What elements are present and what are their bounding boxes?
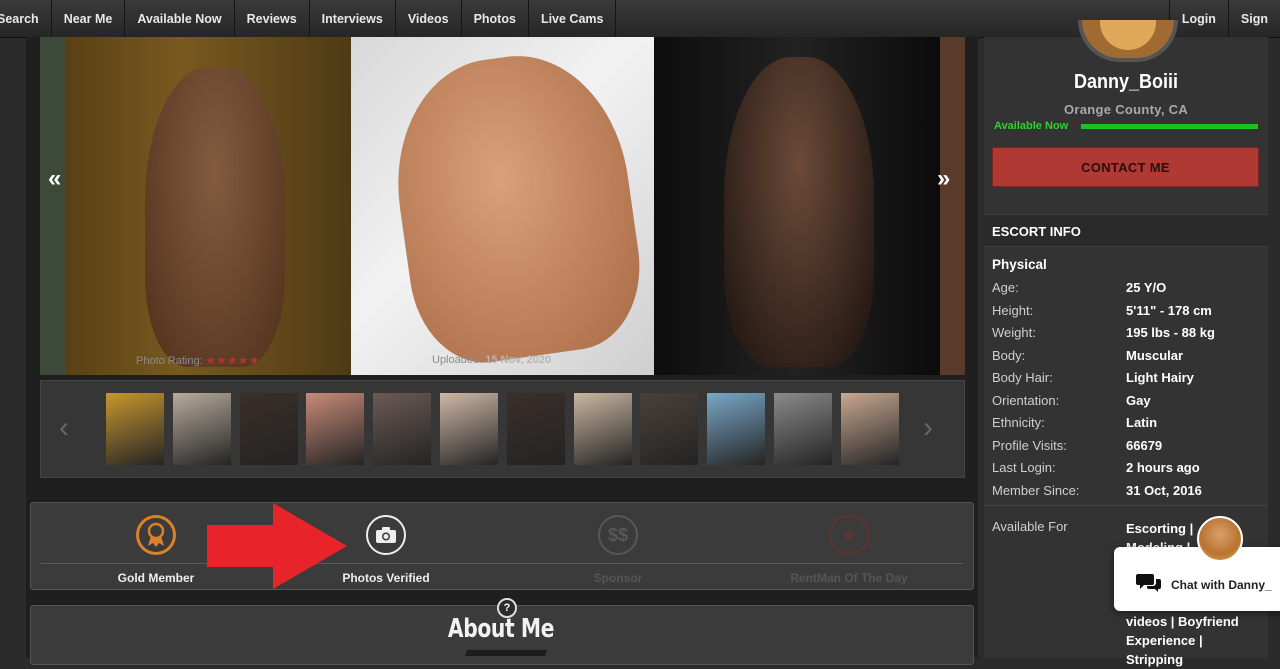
slider-prev-arrow-icon[interactable]: « [48,165,61,193]
thumbnail-image[interactable] [172,393,231,465]
profile-location: Orange County, CA [1063,102,1189,117]
thumbnail-image[interactable] [106,393,164,465]
available-for-value-continued: videos | Boyfriend Experience | Strippin… [1126,614,1239,667]
info-row-label: Last Login: [992,460,1056,475]
slider-next-arrow-icon[interactable]: » [937,165,950,193]
thumbnail-image[interactable] [440,393,498,465]
uploaded-value: 15 Nov, 2020 [485,354,552,366]
chat-label: Chat with Danny_ [1171,578,1272,592]
info-row-label: Orientation: [992,392,1060,408]
avatar-face [1100,20,1156,50]
nav-reviews[interactable]: Reviews [235,0,310,37]
nav-videos[interactable]: Videos [396,0,462,37]
camera-icon [366,515,406,555]
photo-rating-label: Photo Rating: [136,355,203,367]
physical-section-title: Physical [992,257,1047,272]
info-row-value: 25 Y/O [1126,280,1167,295]
info-row-value: Gay [1126,392,1151,408]
info-row-value: Muscular [1126,347,1184,363]
info-row-label: Member Since: [992,482,1080,498]
thumbnail-image[interactable] [640,393,699,465]
nav-login[interactable]: Login [1168,0,1228,37]
badges-panel: Gold Member Photos Verified $$ Sponsor ★… [30,502,974,590]
info-row-label: Profile Visits: [992,437,1067,453]
about-me-title: About Me [447,614,555,644]
info-row-label: Weight: [992,325,1036,340]
info-row-label: Height: [992,302,1034,318]
star-rating-icon[interactable]: ★★★★★ [206,355,260,367]
available-for-label: Available For [992,519,1068,534]
nav-photos[interactable]: Photos [462,0,529,37]
slider-photo-left[interactable] [65,37,351,375]
thumbnail-image[interactable] [373,393,432,465]
thumbnail-strip: ‹ › [40,380,965,478]
profile-name: Danny_Boiii [1073,71,1179,93]
dollar-icon: $$ [598,515,638,555]
badge-rentman-of-the-day[interactable]: ★ RentMan Of The Day [769,515,929,585]
thumbnail-image[interactable] [239,393,298,465]
info-row-value: 195 lbs - 88 kg [1126,325,1215,340]
escort-info-title: ESCORT INFO [992,224,1081,239]
availability-bar [1081,124,1258,129]
info-row-value: 5'11" - 178 cm [1126,302,1212,318]
info-row-label: Body: [992,347,1026,363]
photo-dim-overlay [65,37,351,375]
slider-photo-edge-right[interactable] [940,37,965,375]
nav-interviews[interactable]: Interviews [310,0,396,37]
title-underline [464,650,548,656]
chat-avatar[interactable] [1197,516,1243,562]
nav-sign-up[interactable]: Sign [1227,0,1280,37]
photo-upload-date: Uploaded: 15 Nov, 2020 [432,354,551,366]
info-row-label: Ethnicity: [992,415,1045,430]
info-divider [984,505,1268,506]
chat-bubbles-icon [1136,574,1161,592]
info-row-value: Light Hairy [1126,370,1194,385]
badge-label: RentMan Of The Day [790,571,908,585]
nav-available-now[interactable]: Available Now [125,0,235,37]
photo-rating: Photo Rating: ★★★★★ [136,354,260,367]
info-row-value: 31 Oct, 2016 [1126,482,1202,498]
thumbnail-image[interactable] [707,393,766,465]
red-arrow-annotation-icon [207,503,347,589]
thumbnail-image[interactable] [573,393,632,465]
thumbnail-image[interactable] [840,393,899,465]
chat-popup[interactable]: Chat with Danny_ [1114,547,1280,611]
info-row-value: 2 hours ago [1126,460,1200,475]
nav-near-me[interactable]: Near Me [52,0,126,37]
slider-photo-right[interactable] [654,37,940,375]
info-row-value: 66679 [1126,437,1163,453]
slider-photo-center[interactable] [351,37,654,375]
nav-live-cams[interactable]: Live Cams [529,0,617,37]
badge-sponsor[interactable]: $$ Sponsor [538,515,698,585]
escort-info-header: ESCORT INFO [984,214,1268,247]
uploaded-label: Uploaded: [432,354,483,366]
thumbnail-next-icon[interactable]: › [923,411,933,445]
thumbnail-prev-icon[interactable]: ‹ [59,411,69,445]
about-me-section: ? About Me [30,598,974,665]
info-row-label: Body Hair: [992,370,1053,385]
thumbnail-image[interactable] [506,393,565,465]
info-row-value: Latin [1126,415,1158,430]
photo-figure [381,42,651,372]
nav-search[interactable]: Search [0,0,52,37]
thumbnail-image[interactable] [306,393,365,465]
contact-me-button[interactable]: CONTACT ME [992,147,1259,187]
availability-status: Available Now [994,120,1069,132]
thumbnail-image[interactable] [774,393,832,465]
badge-label: Sponsor [593,571,643,585]
ribbon-medal-icon [136,515,176,555]
photo-figure [724,57,874,367]
slider-photo-edge-left[interactable] [40,37,65,375]
trophy-icon: ★ [829,515,869,555]
photo-slider: « » Photo Rating: ★★★★★ Uploaded: 15 Nov… [40,37,965,375]
info-row-label: Age: [992,280,1019,295]
